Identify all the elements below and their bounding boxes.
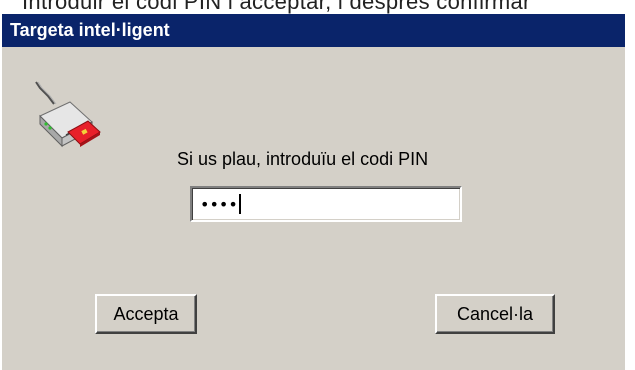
pin-prompt: Si us plau, introduïu el codi PIN — [177, 149, 429, 169]
cancel-button[interactable]: Cancel·la — [435, 294, 555, 334]
pin-input[interactable]: •••• — [190, 186, 462, 222]
title-bar[interactable]: Targeta intel·ligent — [2, 14, 625, 47]
text-caret — [238, 194, 241, 214]
smart-card-pin-dialog: Targeta intel·ligent Si us plau, introdu… — [0, 14, 625, 370]
pin-masked-value: •••• — [200, 194, 241, 214]
background-partial-text: Introduir el codi PIN i acceptar, i desp… — [22, 0, 531, 14]
smart-card-reader-icon — [30, 80, 110, 160]
background-window: Introduir el codi PIN i acceptar, i desp… — [0, 0, 635, 14]
dialog-title: Targeta intel·ligent — [10, 20, 170, 40]
accept-button[interactable]: Accepta — [95, 294, 197, 334]
